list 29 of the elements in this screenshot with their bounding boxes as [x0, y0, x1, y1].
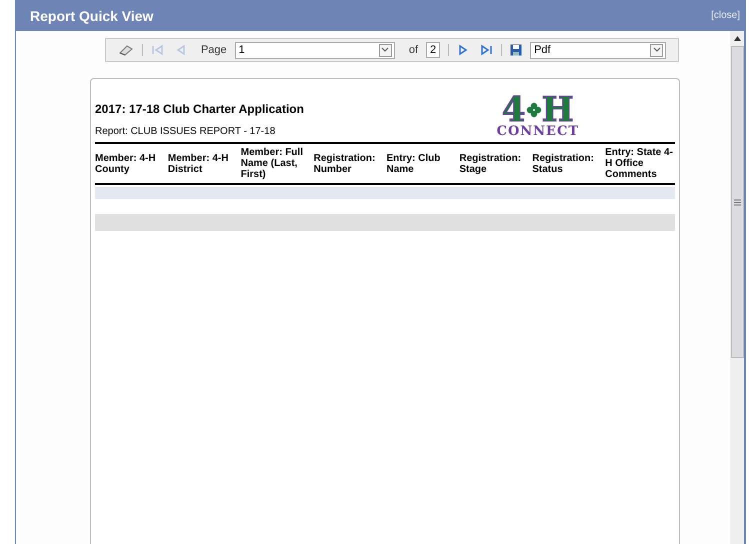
column-header: Member: 4-H District	[168, 152, 230, 174]
save-icon[interactable]	[510, 44, 522, 56]
format-select[interactable]: Pdf	[530, 42, 666, 58]
column-header: Entry: State 4-H Office Comments	[605, 147, 674, 180]
column-header: Member: 4-H County	[95, 152, 157, 174]
scrollbar[interactable]	[730, 31, 744, 544]
column-header: Entry: Club Name	[386, 152, 442, 174]
report-title: 2017: 17-18 Club Charter Application	[95, 102, 304, 116]
chevron-down-icon	[381, 47, 390, 53]
logo-text: 4	[502, 95, 526, 125]
logo-subtext: CONNECT	[496, 125, 579, 139]
column-header: Member: Full Name (Last, First)	[240, 147, 304, 180]
scroll-up-icon[interactable]	[734, 36, 740, 41]
clover-icon	[526, 102, 542, 118]
grip-icon	[734, 198, 740, 206]
logo-text: H	[542, 95, 574, 125]
column-header: Registration: Status	[532, 152, 595, 174]
page-label: Page	[200, 44, 227, 56]
report-subtitle: Report: CLUB ISSUES REPORT - 17-18	[95, 126, 276, 137]
column-header: Registration: Number	[314, 152, 376, 174]
dialog-title: Report Quick View	[30, 8, 154, 24]
chevron-down-icon	[652, 47, 660, 53]
column-header: Registration: Stage	[459, 152, 522, 174]
scroll-thumb[interactable]	[730, 46, 744, 358]
eraser-icon[interactable]	[118, 44, 134, 56]
page-count: 2	[426, 42, 440, 58]
of-label: of	[408, 44, 418, 56]
page-select[interactable]: 1	[234, 42, 395, 58]
last-page-icon[interactable]	[479, 44, 494, 56]
